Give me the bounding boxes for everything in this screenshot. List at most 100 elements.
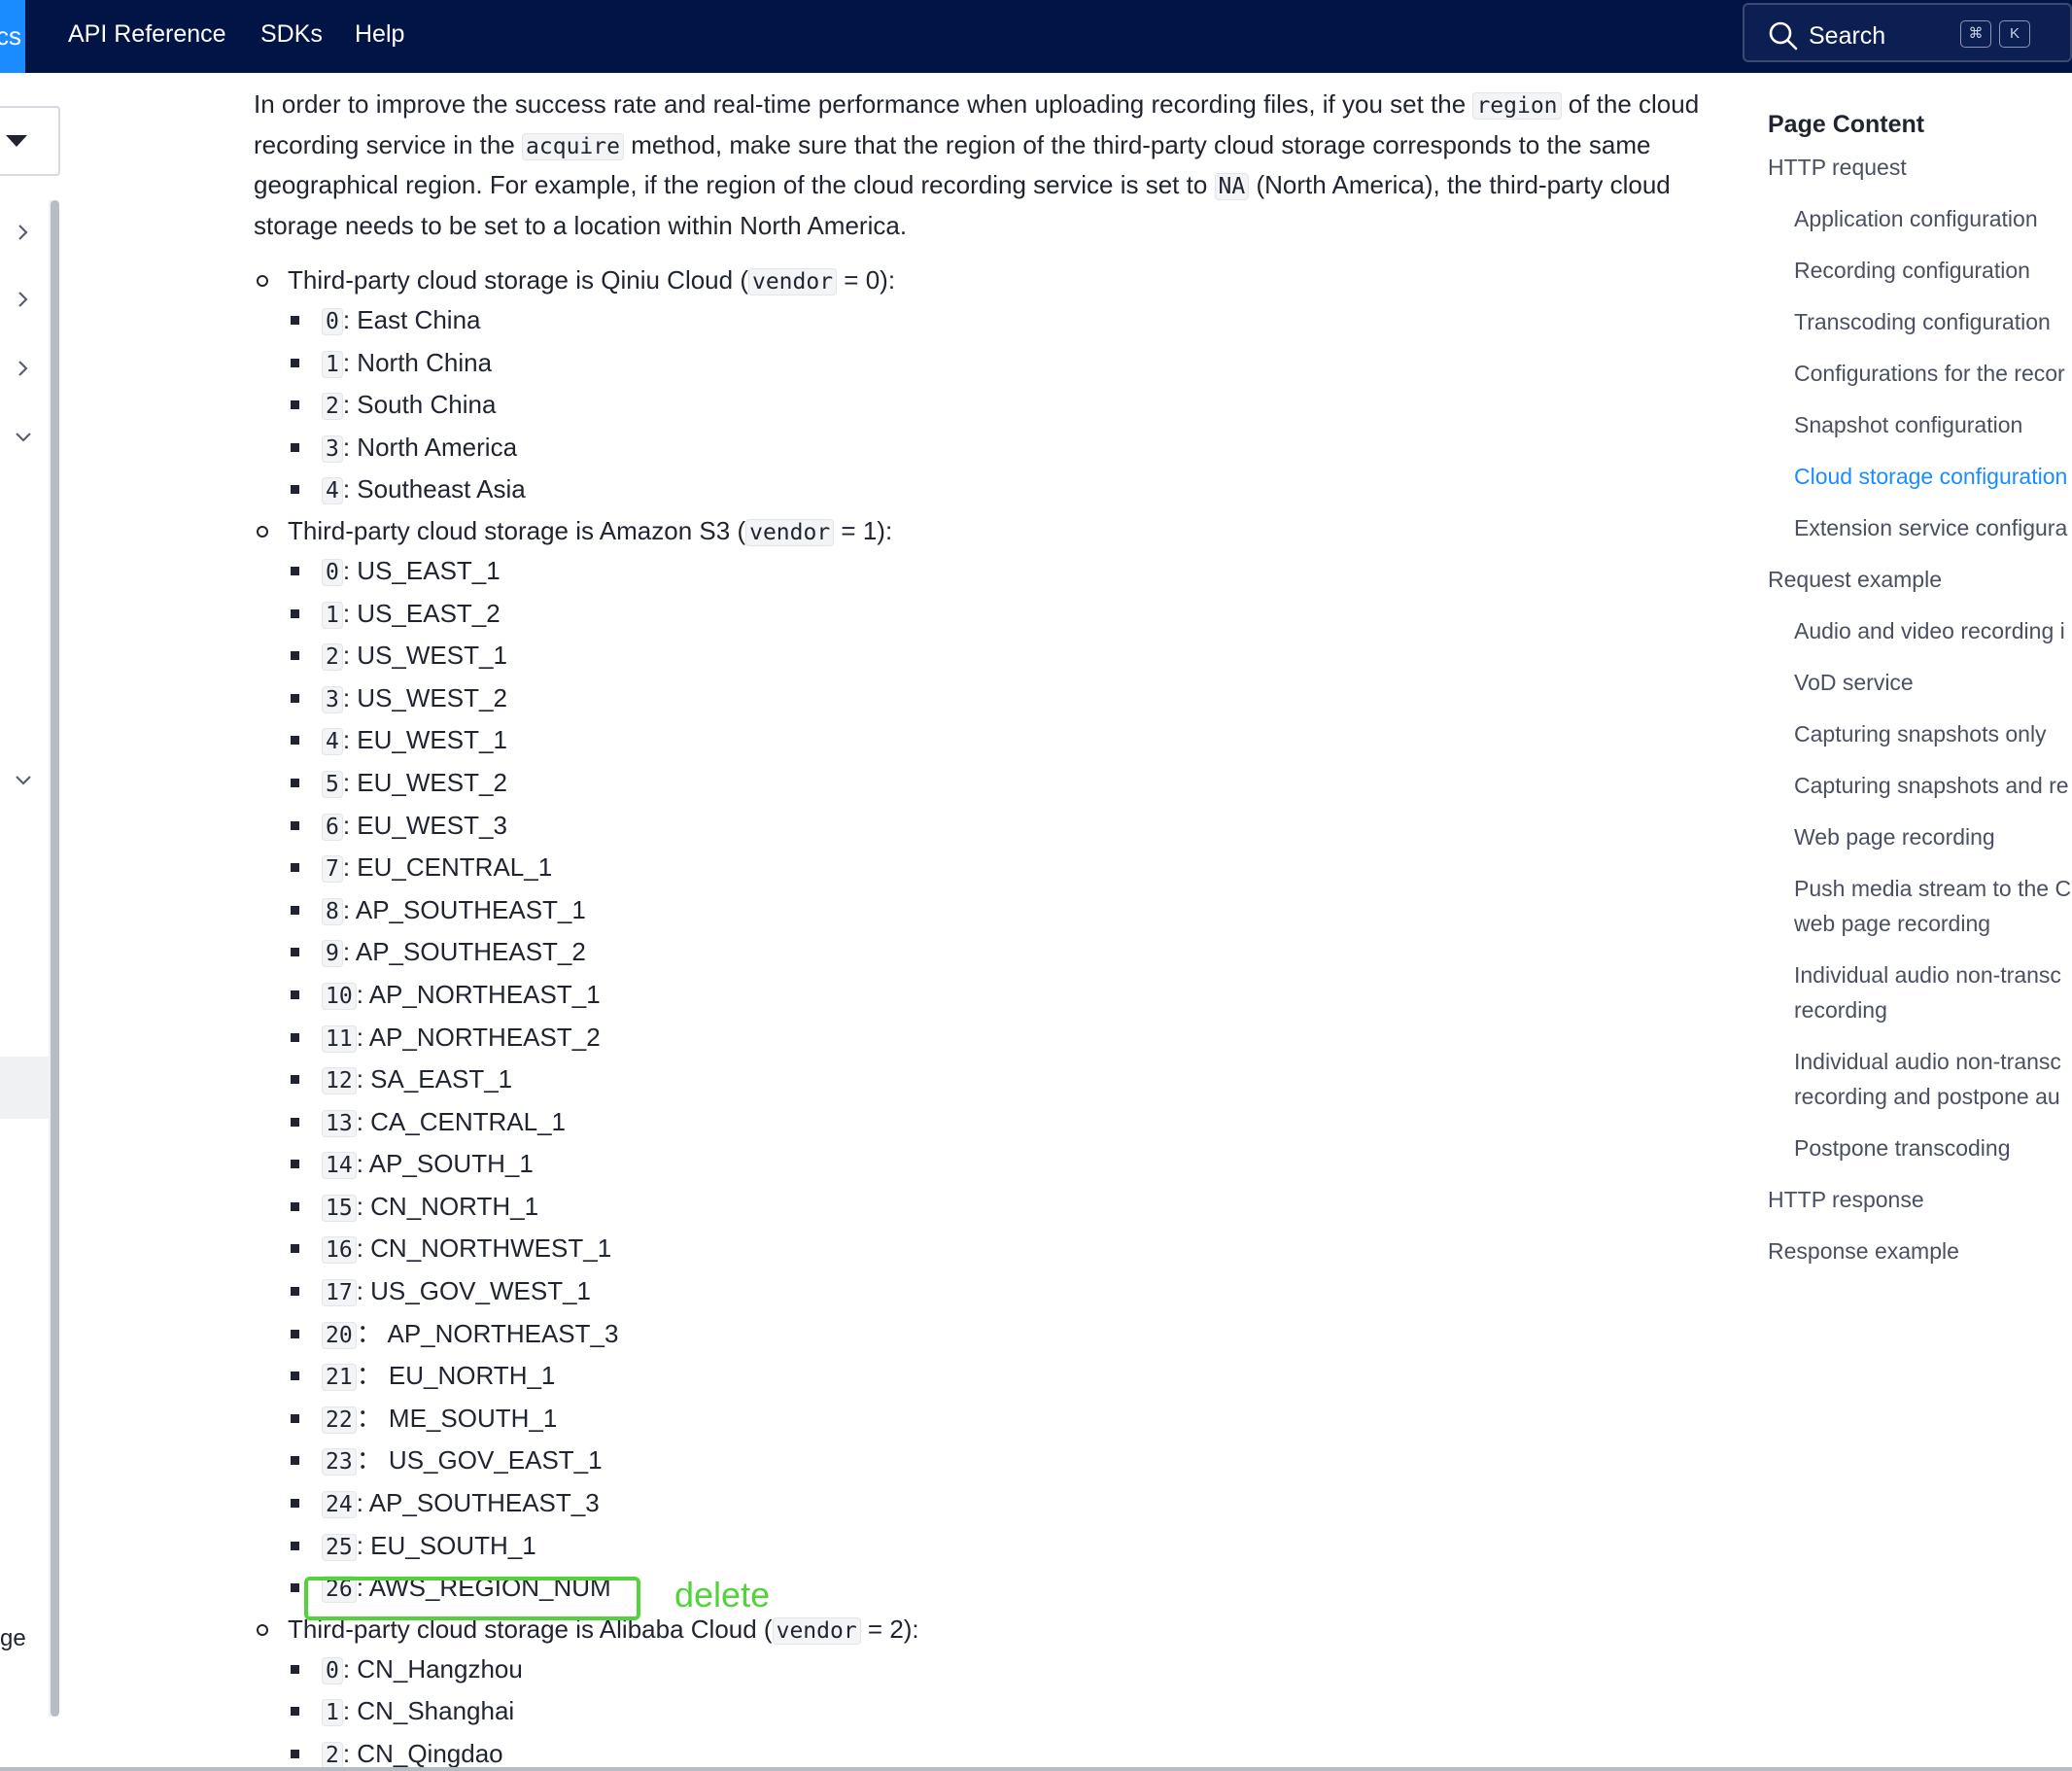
page-content-toc: Page Content HTTP request Application con… <box>1768 105 2072 1369</box>
toc-link[interactable]: Capturing snapshots only <box>1768 716 2072 751</box>
region-entry: 1: CN_Shanghai <box>322 1690 514 1735</box>
region-entry: 3: US_WEST_2 <box>322 677 507 722</box>
delete-annotation: delete <box>674 1575 771 1615</box>
vendor-heading-text: = 2): <box>860 1614 919 1644</box>
toc-link[interactable]: Individual audio non-transc recording <box>1768 957 2072 1027</box>
toc-link-label: Transcoding configuration <box>1794 309 2051 334</box>
region-code: 1 <box>322 350 343 378</box>
toc-link[interactable]: Snapshot configuration <box>1768 407 2072 442</box>
toc-link[interactable]: Cloud storage configuration <box>1768 459 2072 494</box>
chevron-right-icon[interactable] <box>12 357 35 380</box>
toc-link[interactable]: Postpone transcoding <box>1768 1130 2072 1165</box>
toc-link-label: VoD service <box>1794 670 1914 695</box>
region-list-item: 7: EU_CENTRAL_1 <box>254 847 1702 889</box>
square-bullet-icon <box>291 1201 299 1211</box>
toc-link[interactable]: Transcoding configuration <box>1768 304 2072 339</box>
region-list-item: 17: US_GOV_WEST_1 <box>254 1270 1702 1313</box>
region-entry: 21： EU_NORTH_1 <box>322 1355 555 1400</box>
square-bullet-icon <box>291 1499 299 1509</box>
toc-link[interactable]: HTTP response <box>1768 1182 2072 1217</box>
square-bullet-icon <box>291 566 299 575</box>
region-list-item: 8: AP_SOUTHEAST_1 <box>254 889 1702 932</box>
region-name: : EU_WEST_1 <box>342 725 507 755</box>
region-list-item: 16: CN_NORTHWEST_1 <box>254 1228 1702 1270</box>
region-entry: 9: AP_SOUTHEAST_2 <box>322 931 586 976</box>
region-list-item: 2: South China <box>254 384 1702 427</box>
chevron-down-icon[interactable] <box>12 426 35 449</box>
toc-link[interactable]: Extension service configura <box>1768 510 2072 545</box>
toc-link[interactable]: Audio and video recording i <box>1768 613 2072 648</box>
chevron-right-icon[interactable] <box>12 221 35 244</box>
vendor-heading-text: Third-party cloud storage is Amazon S3 ( <box>288 515 746 545</box>
region-code: 6 <box>322 813 343 841</box>
toc-link[interactable]: Individual audio non-transc recording and… <box>1768 1044 2072 1114</box>
region-list-item: 20： AP_NORTHEAST_3 <box>254 1313 1702 1356</box>
toc-link-label: Cloud storage configuration <box>1794 464 2068 489</box>
sidebar-active-item[interactable] <box>0 1057 49 1119</box>
region-list-item: 2: CN_Qingdao <box>254 1733 1702 1771</box>
region-entry: 13: CA_CENTRAL_1 <box>322 1101 566 1146</box>
region-entry: 15: CN_NORTH_1 <box>322 1186 538 1231</box>
region-entry: 20： AP_NORTHEAST_3 <box>322 1313 618 1358</box>
sidebar-scrollbar[interactable] <box>51 200 59 1717</box>
circle-bullet-icon <box>257 525 268 538</box>
region-name: : CN_NORTHWEST_1 <box>356 1233 612 1264</box>
region-code: 24 <box>322 1491 357 1519</box>
square-bullet-icon <box>291 358 299 367</box>
toc-link[interactable]: HTTP request <box>1768 150 2072 185</box>
square-bullet-icon <box>291 485 299 495</box>
chevron-right-icon[interactable] <box>12 288 35 311</box>
region-entry: 24: AP_SOUTHEAST_3 <box>322 1482 600 1527</box>
toc-link-label: Web page recording <box>1794 824 1995 850</box>
region-name: ： ME_SOUTH_1 <box>356 1403 558 1433</box>
toc-link[interactable]: VoD service <box>1768 665 2072 700</box>
square-bullet-icon <box>291 1329 299 1338</box>
nav-help[interactable]: Help <box>355 0 404 73</box>
sidebar-item-label[interactable]: ge <box>0 1625 26 1652</box>
vendor-group-heading: Third-party cloud storage is Qiniu Cloud… <box>254 260 1702 299</box>
toc-link[interactable]: Web page recording <box>1768 819 2072 854</box>
region-list-item: 24: AP_SOUTHEAST_3 <box>254 1482 1702 1525</box>
square-bullet-icon <box>291 948 299 957</box>
region-code: 5 <box>322 770 343 798</box>
square-bullet-icon <box>291 778 299 787</box>
circle-bullet-icon <box>257 275 268 287</box>
version-select[interactable] <box>0 106 60 176</box>
region-entry: 0: East China <box>322 299 481 344</box>
toc-link[interactable]: Capturing snapshots and re <box>1768 768 2072 803</box>
square-bullet-icon <box>291 693 299 703</box>
region-code: 23 <box>322 1448 357 1476</box>
toc-link[interactable]: Configurations for the recor <box>1768 356 2072 391</box>
toc-link[interactable]: Push media stream to the C web page recor… <box>1768 871 2072 941</box>
region-entry: 8: AP_SOUTHEAST_1 <box>322 889 586 934</box>
chevron-down-icon[interactable] <box>12 769 35 792</box>
region-entry: 1: North China <box>322 342 492 387</box>
region-code: 4 <box>322 477 343 505</box>
region-list-item: 0: CN_Hangzhou <box>254 1649 1702 1691</box>
toc-title: Page Content <box>1768 111 1925 138</box>
intro-text: In order to improve the success rate and… <box>254 89 1473 119</box>
inline-code: acquire <box>522 132 624 160</box>
region-name: : US_EAST_1 <box>342 555 501 585</box>
intro-paragraph: In order to improve the success rate and… <box>254 86 1702 245</box>
vendor-heading-text: = 0): <box>837 265 896 295</box>
square-bullet-icon <box>291 1287 299 1297</box>
toc-link[interactable]: Application configuration <box>1768 201 2072 236</box>
nav-api-reference[interactable]: API Reference <box>68 0 226 73</box>
region-list-item: 1: US_EAST_2 <box>254 593 1702 636</box>
region-name: : South China <box>342 390 497 420</box>
toc-link-label: Capturing snapshots only <box>1794 721 2047 747</box>
region-list-item: 13: CA_CENTRAL_1 <box>254 1101 1702 1144</box>
toc-link[interactable]: Request example <box>1768 562 2072 597</box>
toc-link[interactable]: Response example <box>1768 1233 2072 1268</box>
toc-link[interactable]: Recording configuration <box>1768 253 2072 288</box>
docs-tab[interactable]: cs <box>0 0 25 73</box>
square-bullet-icon <box>291 1244 299 1254</box>
nav-sdks[interactable]: SDKs <box>260 0 323 73</box>
page-bottom-edge <box>0 1767 2072 1771</box>
search-button[interactable]: Search ⌘ K <box>1743 3 2072 62</box>
region-list-item: 9: AP_SOUTHEAST_2 <box>254 931 1702 974</box>
region-name: : AP_NORTHEAST_2 <box>356 1022 601 1052</box>
region-list-item: 25: EU_SOUTH_1 <box>254 1525 1702 1568</box>
region-code: 17 <box>322 1279 357 1307</box>
